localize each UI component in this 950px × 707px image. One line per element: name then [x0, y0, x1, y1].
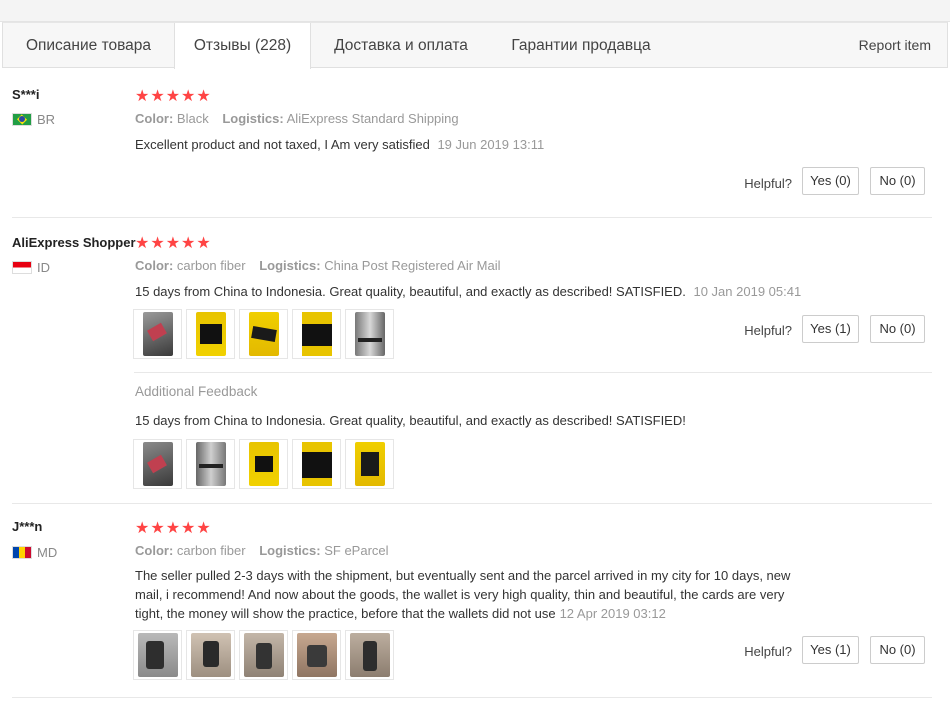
flag-md-icon	[12, 546, 32, 559]
rating-stars: ★★★★★	[135, 235, 212, 252]
country-code: MD	[37, 545, 58, 560]
additional-feedback-divider	[134, 372, 932, 373]
review-photo-thumbnail[interactable]	[292, 439, 341, 489]
review-text-line: The seller pulled 2-3 days with the ship…	[135, 568, 791, 583]
report-item-link[interactable]: Report item	[859, 23, 931, 68]
review-photo-thumbnail[interactable]	[292, 630, 341, 680]
helpful-label: Helpful?	[744, 644, 792, 659]
country-code: BR	[37, 112, 56, 127]
country-code: ID	[37, 260, 50, 275]
review-divider	[12, 697, 932, 698]
color-value: carbon fiber	[176, 258, 246, 273]
review-date: 19 Jun 2019 13:11	[437, 137, 545, 152]
logistics-value: China Post Registered Air Mail	[324, 258, 501, 273]
helpful-yes-button[interactable]: Yes (1)	[802, 636, 859, 664]
review-properties: Color: carbon fiber Logistics: SF eParce…	[135, 543, 399, 558]
rating-stars: ★★★★★	[135, 88, 212, 105]
color-label: Color:	[135, 258, 174, 273]
reviewer-name: J***n	[12, 519, 43, 534]
review-divider	[12, 503, 932, 504]
color-value: carbon fiber	[176, 543, 246, 558]
tab-reviews[interactable]: Отзывы (228)	[174, 23, 311, 69]
flag-br-icon	[12, 113, 32, 126]
color-label: Color:	[135, 111, 174, 126]
review-photo-thumbnail[interactable]	[345, 630, 394, 680]
review-photo-thumbnail[interactable]	[345, 309, 394, 359]
color-label: Color:	[135, 543, 174, 558]
tab-description[interactable]: Описание товара	[3, 23, 174, 68]
review-text: The seller pulled 2-3 days with the ship…	[135, 566, 835, 623]
additional-feedback-photos	[133, 439, 398, 489]
helpful-yes-button[interactable]: Yes (1)	[802, 315, 859, 343]
reviewer-name: AliExpress Shopper	[12, 235, 136, 250]
review-properties: Color: carbon fiber Logistics: China Pos…	[135, 258, 511, 273]
helpful-label: Helpful?	[744, 176, 792, 191]
review-text-line: mail, i recommend! And now about the goo…	[135, 587, 785, 602]
review-photo-thumbnail[interactable]	[292, 309, 341, 359]
additional-feedback-text: 15 days from China to Indonesia. Great q…	[135, 413, 686, 428]
review-photo-thumbnail[interactable]	[133, 309, 182, 359]
review-text: 15 days from China to Indonesia. Great q…	[135, 282, 801, 301]
review-text-content: 15 days from China to Indonesia. Great q…	[135, 284, 686, 299]
review-photos	[133, 630, 398, 680]
logistics-label: Logistics:	[222, 111, 284, 126]
tab-shipping-payment[interactable]: Доставка и оплата	[311, 23, 491, 68]
helpful-yes-button[interactable]: Yes (0)	[802, 167, 859, 195]
helpful-no-button[interactable]: No (0)	[870, 315, 925, 343]
helpful-no-button[interactable]: No (0)	[870, 636, 925, 664]
rating-stars: ★★★★★	[135, 520, 212, 537]
review-photo-thumbnail[interactable]	[186, 309, 235, 359]
review-photo-thumbnail[interactable]	[186, 439, 235, 489]
review-date: 10 Jan 2019 05:41	[693, 284, 802, 299]
review-photo-thumbnail[interactable]	[239, 309, 288, 359]
reviewer-country: ID	[12, 260, 50, 275]
logistics-label: Logistics:	[259, 543, 321, 558]
review-photos	[133, 309, 398, 359]
reviewer-name: S***i	[12, 87, 40, 102]
helpful-no-button[interactable]: No (0)	[870, 167, 925, 195]
review-photo-thumbnail[interactable]	[239, 439, 288, 489]
tab-bar: Описание товара Отзывы (228) Доставка и …	[2, 22, 948, 69]
review-properties: Color: Black Logistics: AliExpress Stand…	[135, 111, 469, 126]
review-photo-thumbnail[interactable]	[133, 439, 182, 489]
review-text-content: Excellent product and not taxed, I Am ve…	[135, 137, 430, 152]
color-value: Black	[176, 111, 209, 126]
flag-id-icon	[12, 261, 32, 274]
review-photo-thumbnail[interactable]	[345, 439, 394, 489]
review-divider	[12, 217, 932, 218]
reviewer-country: BR	[12, 112, 55, 127]
logistics-label: Logistics:	[259, 258, 321, 273]
review-text: Excellent product and not taxed, I Am ve…	[135, 135, 544, 154]
top-strip	[0, 0, 950, 22]
additional-feedback-heading: Additional Feedback	[135, 384, 258, 399]
helpful-label: Helpful?	[744, 323, 792, 338]
review-photo-thumbnail[interactable]	[186, 630, 235, 680]
review-photo-thumbnail[interactable]	[133, 630, 182, 680]
review-photo-thumbnail[interactable]	[239, 630, 288, 680]
logistics-value: AliExpress Standard Shipping	[286, 111, 459, 126]
reviewer-country: MD	[12, 545, 57, 560]
review-date: 12 Apr 2019 03:12	[559, 606, 666, 621]
logistics-value: SF eParcel	[324, 543, 389, 558]
tab-seller-guarantees[interactable]: Гарантии продавца	[491, 23, 671, 68]
review-text-line: tight, the money will show the practice,…	[135, 606, 556, 621]
